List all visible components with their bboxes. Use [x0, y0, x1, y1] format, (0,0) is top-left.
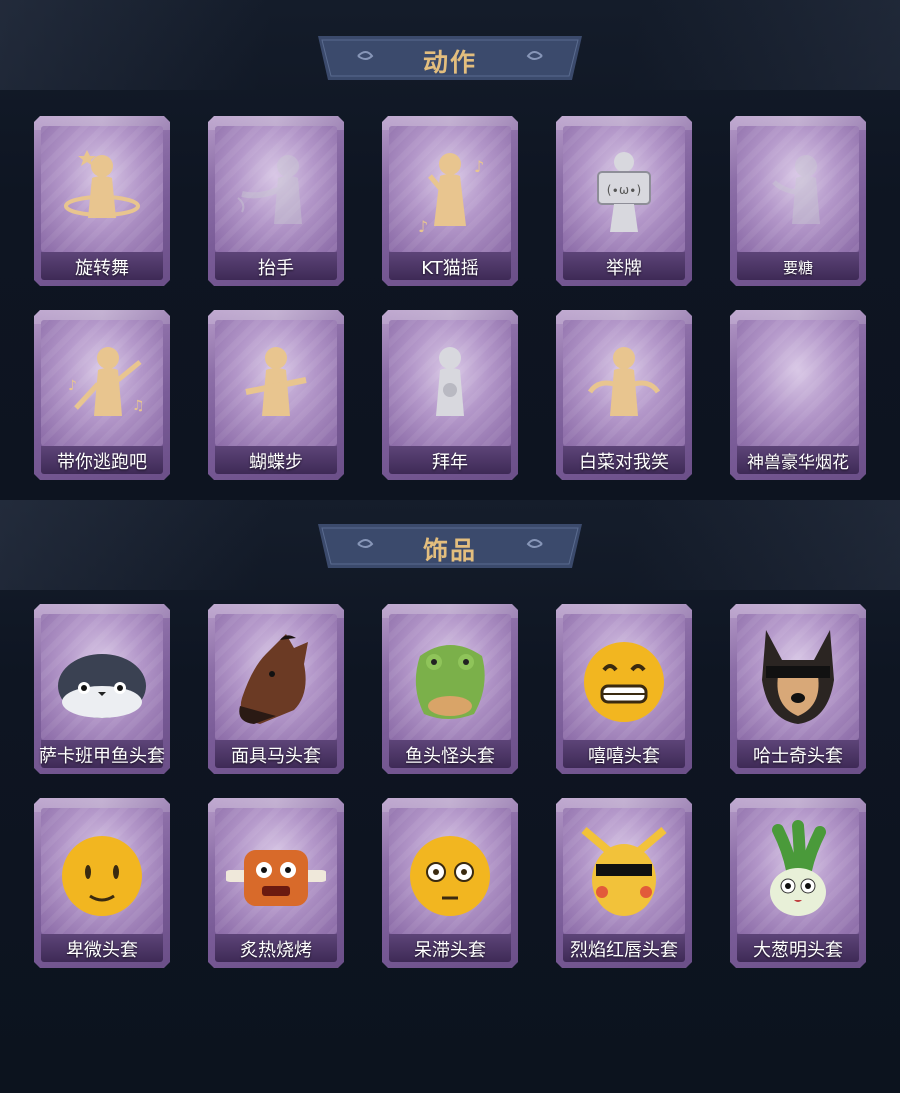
sacabambaspis-head-icon: [58, 654, 146, 718]
action-card-fireworks[interactable]: 神兽豪华烟花: [730, 310, 866, 480]
actions-title: 动作: [422, 48, 477, 77]
action-card-run-away[interactable]: ♪ ♫ 带你逃跑吧: [34, 310, 170, 480]
butterfly-step-icon: [245, 347, 307, 416]
card-label: 蝴蝶步: [249, 452, 303, 473]
card-label: 萨卡班甲鱼头套: [39, 746, 165, 767]
accessory-card-grin-emoji[interactable]: 嘻嘻头套: [556, 604, 692, 774]
svg-text:♪: ♪: [68, 378, 77, 394]
svg-text:♪: ♪: [418, 217, 428, 236]
ask-candy-icon: [772, 155, 820, 224]
accessories-banner: 饰品: [318, 522, 582, 570]
card-label: 抬手: [258, 258, 294, 279]
action-card-ask-candy[interactable]: 要糖: [730, 116, 866, 286]
bbq-meat-head-icon: [226, 850, 326, 906]
accessory-card-sacabambaspis[interactable]: 萨卡班甲鱼头套: [34, 604, 170, 774]
card-label: 哈士奇头套: [753, 746, 843, 767]
action-card-spin-dance[interactable]: 旋转舞: [34, 116, 170, 286]
card-label: 烈焰红唇头套: [570, 940, 678, 961]
grin-emoji-head-icon: [584, 642, 664, 722]
card-label: 卑微头套: [66, 940, 138, 961]
card-label: 旋转舞: [75, 258, 129, 279]
new-year-greeting-icon: [436, 347, 464, 416]
card-label: 要糖: [782, 259, 813, 277]
action-card-raise-hand[interactable]: 抬手: [208, 116, 344, 286]
accessory-card-scallion[interactable]: 大葱明头套: [730, 798, 866, 968]
accessory-card-fish-head[interactable]: 鱼头怪头套: [382, 604, 518, 774]
card-label: 举牌: [606, 258, 642, 279]
card-label: 大葱明头套: [753, 940, 843, 961]
accessory-card-dazed-emoji[interactable]: 呆滞头套: [382, 798, 518, 968]
svg-text:♪: ♪: [474, 157, 484, 176]
card-artwork-area: [737, 320, 859, 446]
svg-text:♫: ♫: [132, 398, 145, 414]
card-label: 白菜对我笑: [579, 452, 669, 473]
accessory-card-bbq-meat[interactable]: 炙热烧烤: [208, 798, 344, 968]
horse-mask-icon: [239, 634, 308, 724]
fish-head-icon: [415, 645, 485, 719]
card-label: 炙热烧烤: [240, 940, 312, 961]
action-card-new-year-greeting[interactable]: 拜年: [382, 310, 518, 480]
card-label: 神兽豪华烟花: [747, 453, 849, 473]
run-away-icon: ♪ ♫: [68, 347, 145, 416]
action-card-hold-sign[interactable]: (∙ω∙) 举牌: [556, 116, 692, 286]
actions-section: 动作 旋转舞 抬手 ♪ ♪ KT猫摇 (∙ω∙) 举牌 要糖 ♪ ♫ 带你逃跑吧…: [0, 0, 900, 500]
accessories-section: 饰品 萨卡班甲鱼头套 面具马头套 鱼头怪头套 嘻嘻头套 哈士奇头套 卑微头套 炙…: [0, 500, 900, 1093]
svg-text:(∙ω∙): (∙ω∙): [607, 183, 641, 197]
pikachu-head-icon: [581, 826, 667, 916]
spin-dance-icon: [64, 150, 140, 218]
card-label: 面具马头套: [231, 746, 321, 767]
cabbage-smile-icon: [587, 347, 661, 416]
action-card-butterfly-step[interactable]: 蝴蝶步: [208, 310, 344, 480]
action-card-cabbage-smile[interactable]: 白菜对我笑: [556, 310, 692, 480]
kt-cat-shake-icon: ♪ ♪: [418, 153, 484, 236]
card-label: KT猫摇: [421, 258, 479, 279]
accessories-title: 饰品: [422, 536, 477, 565]
humble-emoji-head-icon: [62, 836, 142, 916]
action-card-kt-cat-shake[interactable]: ♪ ♪ KT猫摇: [382, 116, 518, 286]
accessory-card-husky[interactable]: 哈士奇头套: [730, 604, 866, 774]
accessory-card-humble-emoji[interactable]: 卑微头套: [34, 798, 170, 968]
scallion-head-icon: [770, 820, 826, 916]
card-label: 嘻嘻头套: [588, 746, 660, 767]
accessory-card-horse-mask[interactable]: 面具马头套: [208, 604, 344, 774]
dazed-emoji-head-icon: [410, 836, 490, 916]
card-label: 鱼头怪头套: [405, 746, 495, 767]
actions-banner: 动作: [318, 34, 582, 82]
card-label: 呆滞头套: [414, 940, 486, 961]
raise-hand-icon: [237, 155, 302, 224]
husky-head-icon: [762, 630, 834, 724]
accessory-card-pikachu[interactable]: 烈焰红唇头套: [556, 798, 692, 968]
card-label: 拜年: [432, 452, 468, 473]
card-label: 带你逃跑吧: [57, 452, 147, 473]
hold-sign-icon: (∙ω∙): [597, 152, 651, 232]
